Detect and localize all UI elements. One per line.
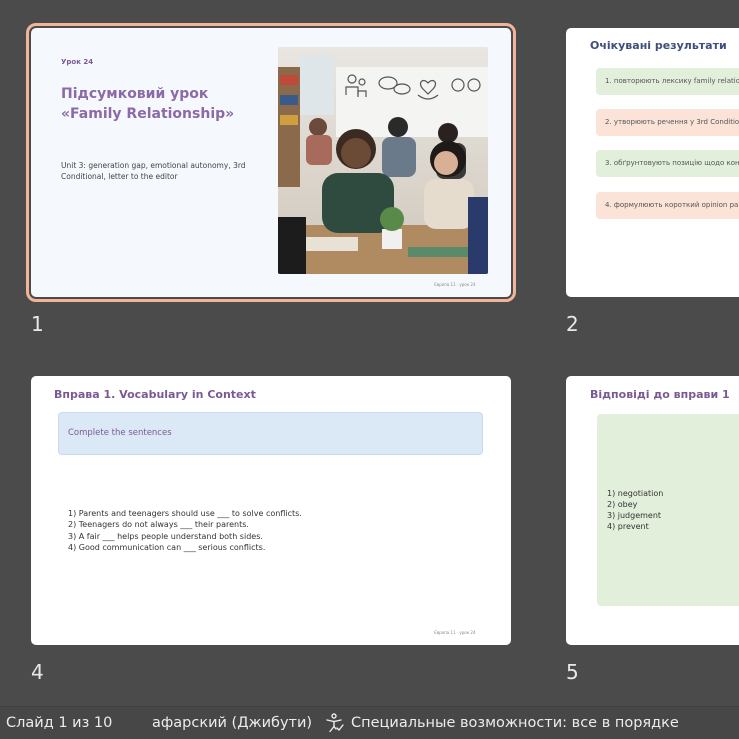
exercise-line: 4) Good communication can ___ serious co…: [68, 542, 266, 552]
slide-title: Підсумковий урок «Family Relationship»: [61, 84, 271, 124]
slide-number-4: 4: [31, 660, 44, 684]
exercise-lines: 1) Parents and teenagers should use ___ …: [68, 508, 302, 553]
slide-title-line-1: Підсумковий урок: [61, 86, 209, 102]
slide-title: Вправа 1. Vocabulary in Context: [54, 388, 256, 401]
slide-counter[interactable]: Слайд 1 из 10: [6, 715, 112, 731]
language-indicator[interactable]: афарский (Джибути): [152, 715, 312, 731]
slide-number-2: 2: [566, 312, 579, 336]
instruction-box: Complete the sentences: [58, 412, 483, 455]
lesson-label: Урок 24: [61, 58, 94, 66]
answer-line: 1) negotiation: [607, 489, 664, 498]
instruction-text: Complete the sentences: [68, 428, 172, 438]
answer-lines: 1) negotiation 2) obey 3) judgement 4) p…: [607, 488, 663, 532]
outcome-item-3: 3. обґрунтовують позицію щодо конф: [596, 150, 739, 177]
exercise-line: 3) A fair ___ helps people understand bo…: [68, 531, 263, 541]
outcome-item-4: 4. формулюють короткий opinion para: [596, 192, 739, 219]
answer-line: 4) prevent: [607, 522, 649, 531]
slide-title: Відповіді до вправи 1: [590, 388, 730, 401]
classroom-photo: [278, 47, 488, 274]
exercise-line: 1) Parents and teenagers should use ___ …: [68, 509, 302, 518]
slide-title: Очікувані результати: [590, 39, 727, 52]
slide-sorter-grid: Урок 24 Підсумковий урок «Family Relatio…: [0, 0, 739, 706]
slide-footer: Європа 11 · урок 24: [434, 630, 476, 635]
slide-footer: Європа 11 · урок 24: [434, 282, 476, 287]
slide-subtitle: Unit 3: generation gap, emotional autono…: [61, 161, 246, 181]
slide-title-line-2: «Family Relationship»: [61, 106, 235, 122]
slide-number-1: 1: [31, 312, 44, 336]
slide-thumbnail-1[interactable]: Урок 24 Підсумковий урок «Family Relatio…: [26, 23, 516, 302]
slide-thumbnail-5[interactable]: Відповіді до вправи 1 1) negotiation 2) …: [566, 376, 739, 645]
accessibility-icon[interactable]: [324, 712, 346, 734]
slide-number-5: 5: [566, 660, 579, 684]
outcome-item-2: 2. утворюють речення у 3rd Condition: [596, 109, 739, 136]
slide-thumbnail-4[interactable]: Вправа 1. Vocabulary in Context Complete…: [31, 376, 511, 645]
answer-line: 3) judgement: [607, 511, 662, 520]
exercise-line: 2) Teenagers do not always ___ their par…: [68, 520, 249, 530]
accessibility-status[interactable]: Специальные возможности: все в порядке: [351, 715, 679, 731]
answer-line: 2) obey: [607, 500, 638, 509]
status-bar: Слайд 1 из 10 афарский (Джибути) Специал…: [0, 706, 739, 739]
outcome-item-1: 1. повторюють лексику family relation: [596, 68, 739, 95]
slide-thumbnail-2[interactable]: Очікувані результати 1. повторюють лекси…: [566, 28, 739, 297]
